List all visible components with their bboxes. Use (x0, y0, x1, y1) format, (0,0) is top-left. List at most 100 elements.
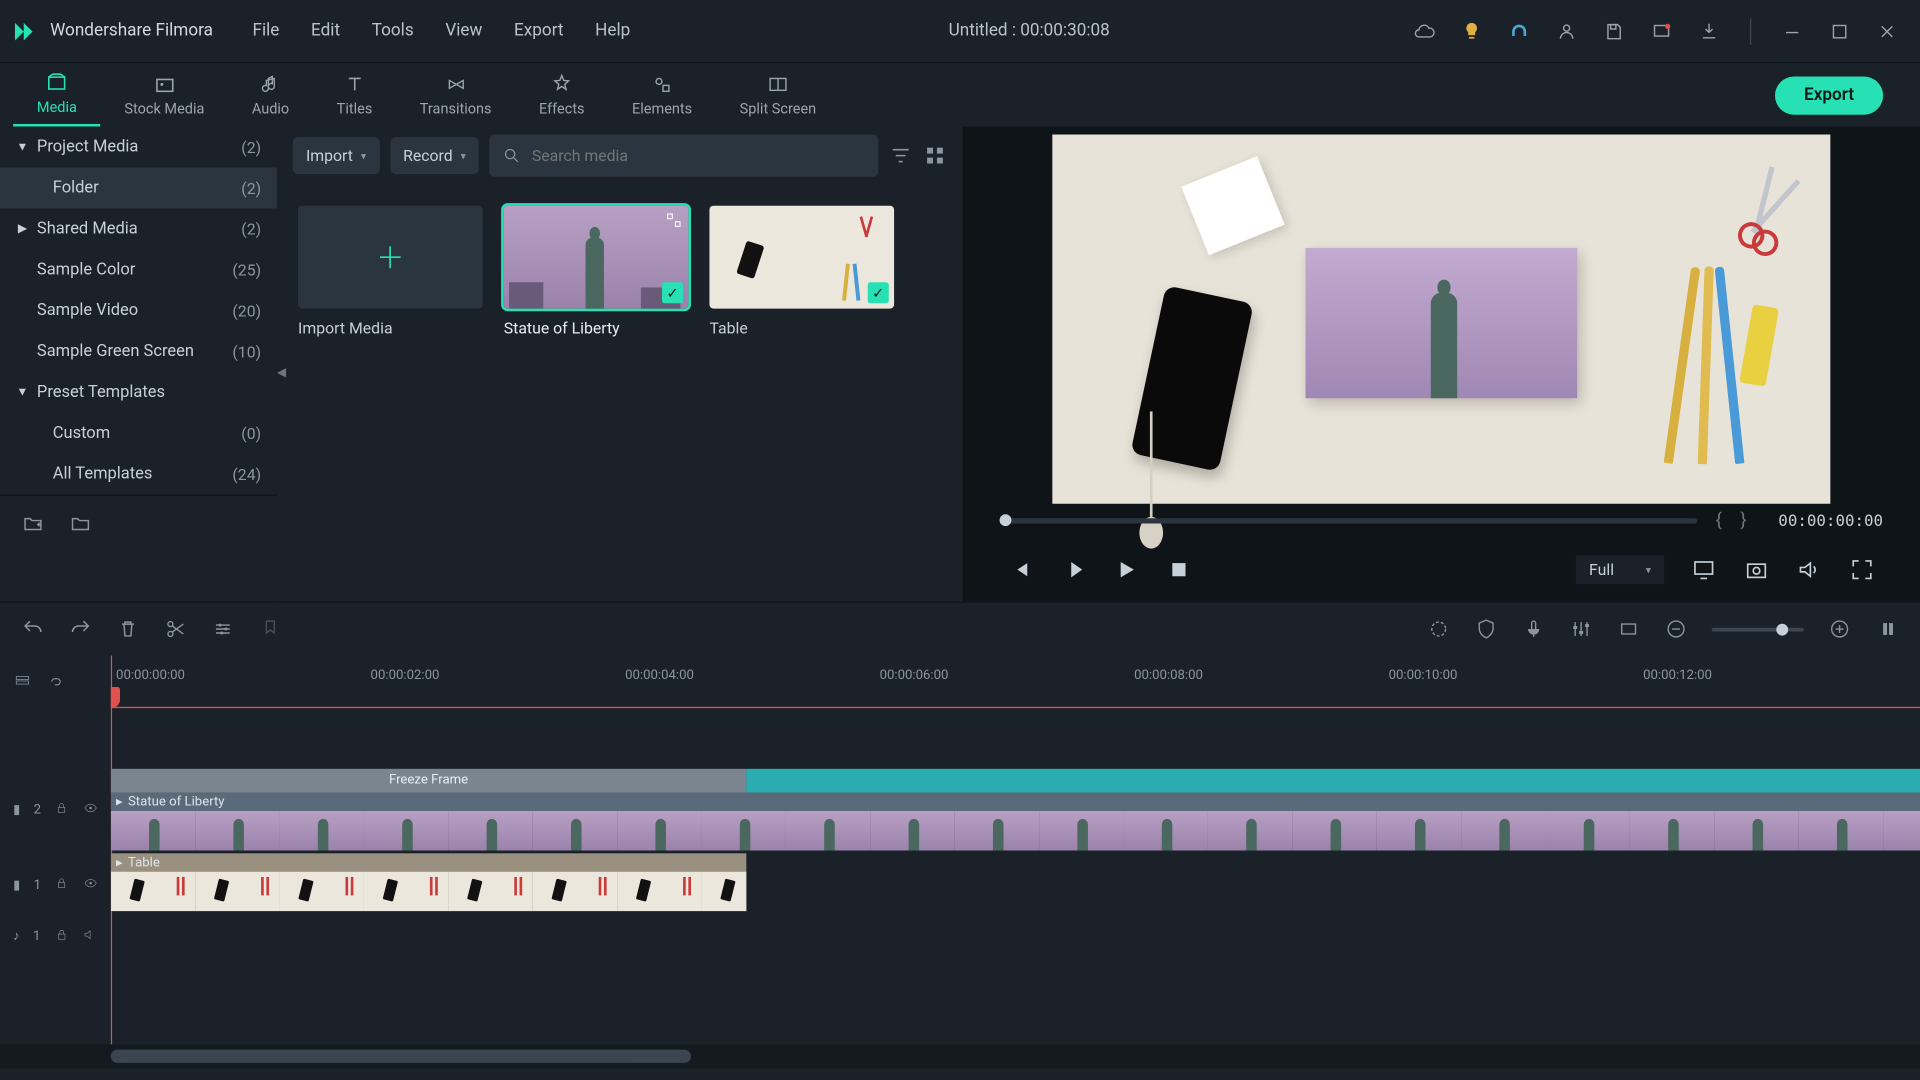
clip-statue[interactable]: ▸Statue of Liberty (111, 793, 1920, 851)
marker-icon[interactable] (258, 617, 282, 641)
zoom-in-icon[interactable] (1828, 617, 1852, 641)
timeline: ▮2 ▮1 ♪1 00:00:00:00 00:0 (0, 601, 1920, 1068)
menu-tools[interactable]: Tools (356, 13, 430, 49)
save-icon[interactable] (1602, 19, 1626, 43)
maximize-icon[interactable] (1828, 19, 1852, 43)
snapshot-icon[interactable] (1743, 556, 1769, 582)
mark-in-icon[interactable]: { (1716, 510, 1722, 531)
support-icon[interactable] (1507, 19, 1531, 43)
display-icon[interactable] (1691, 556, 1717, 582)
sidebar-item-shared-media[interactable]: ▶Shared Media(2) (0, 208, 277, 249)
adjust-icon[interactable] (211, 617, 235, 641)
timeline-hscrollbar[interactable] (0, 1044, 1920, 1068)
account-icon[interactable] (1555, 19, 1579, 43)
tips-icon[interactable] (1460, 19, 1484, 43)
app-name: Wondershare Filmora (50, 21, 213, 41)
shield-icon[interactable] (1474, 617, 1498, 641)
minimize-icon[interactable] (1780, 19, 1804, 43)
sidebar-item-project-media[interactable]: ▼Project Media(2) (0, 127, 277, 168)
menu-help[interactable]: Help (579, 13, 646, 49)
check-icon: ✓ (868, 282, 889, 303)
link-icon[interactable] (45, 673, 63, 691)
lock-icon[interactable] (54, 876, 69, 894)
cut-icon[interactable] (164, 617, 188, 641)
record-dropdown[interactable]: Record▾ (390, 137, 479, 174)
tab-effects[interactable]: Effects (515, 63, 608, 126)
new-folder-icon[interactable] (21, 511, 45, 535)
stop-icon[interactable] (1166, 556, 1192, 582)
audio-track-icon: ♪ (13, 929, 20, 944)
timeline-ruler[interactable]: 00:00:00:00 00:00:02:00 00:00:04:00 00:0… (111, 655, 1920, 708)
close-icon[interactable] (1875, 19, 1899, 43)
zoom-out-icon[interactable] (1664, 617, 1688, 641)
folder-icon[interactable] (69, 511, 93, 535)
download-icon[interactable] (1697, 19, 1721, 43)
mic-icon[interactable] (1522, 617, 1546, 641)
sidebar-item-sample-video[interactable]: Sample Video(20) (0, 290, 277, 331)
freeze-frame-bar[interactable]: Freeze Frame (111, 769, 747, 793)
sidebar-item-preset-templates[interactable]: ▼Preset Templates (0, 372, 277, 413)
grid-view-icon[interactable] (923, 144, 947, 168)
import-media-card[interactable]: + Import Media (298, 206, 483, 338)
cloud-icon[interactable] (1412, 19, 1436, 43)
play-pause-icon[interactable] (1060, 556, 1086, 582)
volume-icon[interactable] (1796, 556, 1822, 582)
redo-icon[interactable] (69, 617, 93, 641)
lock-icon[interactable] (54, 800, 69, 818)
sidebar-item-folder[interactable]: Folder(2) (0, 167, 277, 208)
message-icon[interactable] (1650, 19, 1674, 43)
export-button[interactable]: Export (1775, 76, 1883, 114)
search-input[interactable] (532, 146, 865, 164)
expand-icon[interactable] (665, 211, 683, 229)
media-card-table[interactable]: ✓ Table (709, 206, 894, 338)
play-icon[interactable] (1113, 556, 1139, 582)
eye-icon[interactable] (83, 876, 98, 894)
clip-effect-bar[interactable] (746, 769, 1920, 793)
clip-table[interactable]: ▸Table (111, 853, 747, 911)
filter-icon[interactable] (889, 144, 913, 168)
mixer-icon[interactable] (1569, 617, 1593, 641)
sidebar-item-custom[interactable]: Custom(0) (0, 413, 277, 454)
track-head-a1: ♪1 (0, 919, 111, 953)
prev-frame-icon[interactable] (1007, 556, 1033, 582)
preview-scrubber[interactable] (1000, 518, 1698, 523)
search-media[interactable] (490, 135, 879, 177)
menu-export[interactable]: Export (498, 13, 579, 49)
mute-icon[interactable] (82, 927, 97, 945)
undo-icon[interactable] (21, 617, 45, 641)
tab-split-screen[interactable]: Split Screen (716, 63, 840, 126)
tab-transitions[interactable]: Transitions (396, 63, 515, 126)
tab-stock-media[interactable]: Stock Media (101, 63, 228, 126)
menu-edit[interactable]: Edit (295, 13, 356, 49)
import-dropdown[interactable]: Import▾ (293, 137, 380, 174)
tab-media[interactable]: Media (13, 63, 100, 126)
sidebar-item-sample-green-screen[interactable]: Sample Green Screen(10) (0, 331, 277, 372)
fit-icon[interactable] (1875, 617, 1899, 641)
preview-canvas[interactable] (1052, 135, 1830, 504)
color-icon[interactable] (1427, 617, 1451, 641)
track-manage-icon[interactable] (13, 673, 31, 691)
fullscreen-icon[interactable] (1849, 556, 1875, 582)
menu-view[interactable]: View (430, 13, 499, 49)
lock-icon[interactable] (54, 927, 69, 945)
search-icon (503, 146, 521, 164)
titlebar: Wondershare Filmora File Edit Tools View… (0, 0, 1920, 63)
menu-file[interactable]: File (237, 13, 296, 49)
mark-out-icon[interactable]: } (1740, 510, 1746, 531)
delete-icon[interactable] (116, 617, 140, 641)
media-card-statue[interactable]: ✓ Statue of Liberty (504, 206, 689, 338)
sidebar-item-all-templates[interactable]: All Templates(24) (0, 454, 277, 495)
quality-dropdown[interactable]: Full▾ (1576, 555, 1664, 584)
tab-titles[interactable]: Titles (313, 63, 396, 126)
project-title: Untitled : 00:00:30:08 (646, 21, 1412, 41)
tab-audio[interactable]: Audio (228, 63, 313, 126)
timeline-tracks[interactable]: 00:00:00:00 00:00:02:00 00:00:04:00 00:0… (111, 655, 1920, 1044)
eye-icon[interactable] (83, 800, 98, 818)
module-tabs: Media Stock Media Audio Titles Transitio… (0, 63, 1920, 126)
tab-elements[interactable]: Elements (608, 63, 716, 126)
aspect-icon[interactable] (1617, 617, 1641, 641)
sidebar-collapse-icon[interactable]: ◀ (277, 351, 288, 396)
video-track-icon: ▮ (13, 878, 20, 893)
zoom-slider[interactable] (1712, 627, 1804, 631)
sidebar-item-sample-color[interactable]: Sample Color(25) (0, 249, 277, 290)
